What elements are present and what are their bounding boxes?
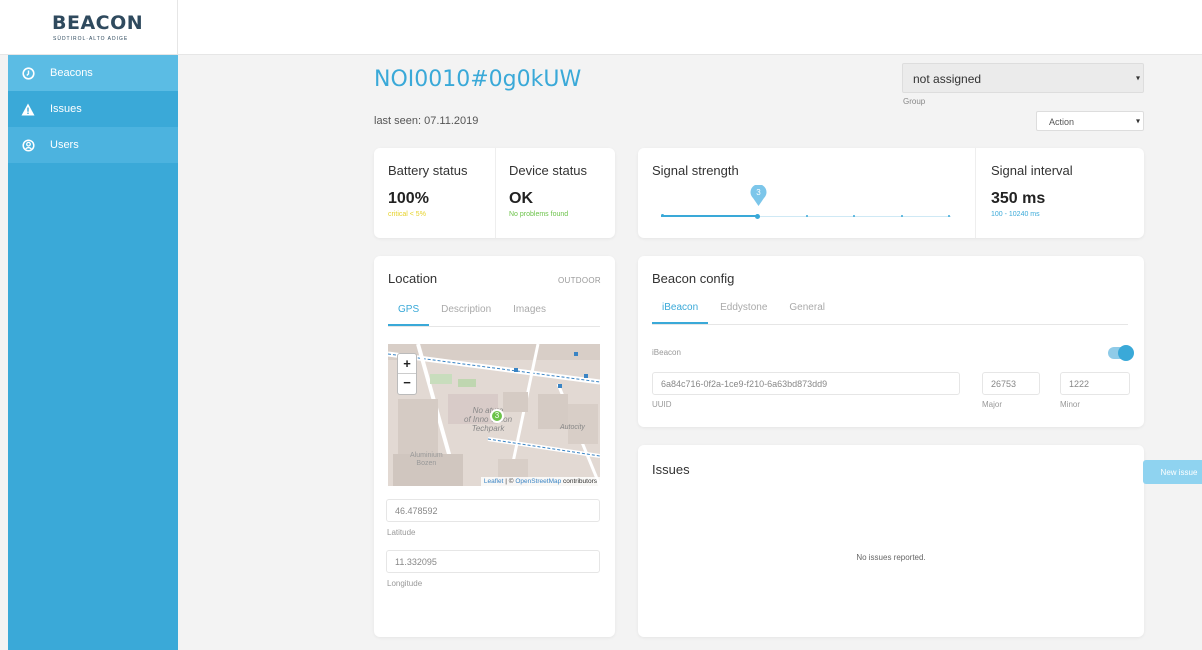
ibeacon-label: iBeacon — [652, 348, 681, 357]
location-type: OUTDOOR — [558, 276, 601, 285]
map[interactable]: No ature of Inno vation Techpark Alumini… — [388, 344, 600, 486]
map-place-label: No ature of Inno vation Techpark — [464, 406, 513, 433]
warning-icon — [20, 101, 36, 117]
group-select[interactable]: not assigned ▾ — [902, 63, 1144, 93]
zoom-in-button[interactable]: + — [398, 354, 416, 374]
slider-value: 3 — [756, 188, 761, 197]
minor-label: Minor — [1060, 400, 1081, 409]
sidebar-item-label: Users — [50, 139, 79, 151]
latitude-field[interactable]: 46.478592 — [386, 499, 600, 522]
last-seen-text: last seen: 07.11.2019 — [374, 115, 479, 127]
slider-tick — [901, 215, 903, 217]
longitude-label: Longitude — [387, 579, 423, 588]
slider-tick — [709, 215, 711, 217]
logo-text: BEACON — [52, 12, 144, 34]
tab-ibeacon[interactable]: iBeacon — [652, 302, 709, 324]
logo[interactable]: BEACON SÜDTIROL·ALTO ADIGE — [8, 0, 178, 55]
new-issue-button[interactable]: New issue — [1143, 460, 1202, 484]
slider-tick — [806, 215, 808, 217]
battery-status-title: Battery status — [388, 163, 468, 178]
slider-tick — [853, 215, 855, 217]
location-card: Location OUTDOOR GPS Description Images — [374, 256, 615, 637]
config-tabs: iBeacon Eddystone General — [652, 302, 1128, 325]
user-circle-icon — [20, 137, 36, 153]
map-place-label: Aluminium Bozen — [410, 452, 443, 467]
tab-images[interactable]: Images — [503, 304, 556, 326]
device-note: No problems found — [509, 211, 569, 218]
sidebar-item-users[interactable]: Users — [8, 127, 178, 163]
sidebar-item-beacons[interactable]: Beacons — [8, 55, 178, 91]
issues-card: Issues New issue No issues reported. — [638, 445, 1202, 637]
top-bar: BEACON SÜDTIROL·ALTO ADIGE — [0, 0, 1202, 55]
page-title: NOI0010#0g0kUW — [374, 67, 582, 92]
battery-note: critical < 5% — [388, 211, 426, 218]
signal-interval-value: 350 ms — [991, 190, 1046, 207]
issues-title: Issues — [652, 462, 690, 477]
map-zoom-control: + − — [397, 353, 417, 395]
signal-card: Signal strength 3 Signal interval 350 ms… — [638, 148, 1144, 238]
clock-icon — [20, 65, 36, 81]
slider-tick — [948, 215, 950, 217]
minor-field[interactable]: 1222 — [1060, 372, 1130, 395]
select-arrow-icon: ▾ — [1135, 73, 1140, 83]
ibeacon-toggle[interactable] — [1108, 345, 1134, 361]
signal-strength-title: Signal strength — [652, 163, 739, 178]
battery-value: 100% — [388, 190, 429, 207]
sidebar-item-label: Beacons — [50, 67, 93, 79]
slider-value-bubble: 3 — [750, 184, 767, 206]
signal-interval-title: Signal interval — [991, 163, 1073, 178]
osm-link[interactable]: OpenStreetMap — [515, 478, 561, 485]
leaflet-link[interactable]: Leaflet — [484, 478, 504, 485]
device-value: OK — [509, 190, 533, 207]
tab-description[interactable]: Description — [431, 304, 501, 326]
status-card: Battery status 100% critical < 5% Device… — [374, 148, 615, 238]
map-place-label: Autocity — [560, 424, 585, 431]
tab-eddystone[interactable]: Eddystone — [710, 302, 777, 324]
select-arrow-icon: ▾ — [1135, 116, 1140, 126]
map-attribution: Leaflet | © OpenStreetMap contributors — [480, 477, 600, 486]
device-status-title: Device status — [509, 163, 588, 178]
uuid-field[interactable]: 6a84c716-0f2a-1ce9-f210-6a63bd873dd9 — [652, 372, 960, 395]
divider — [975, 148, 976, 238]
divider — [495, 148, 496, 238]
map-marker-cluster[interactable]: 3 — [490, 409, 504, 423]
signal-interval-range: 100 - 10240 ms — [991, 211, 1040, 218]
major-field[interactable]: 26753 — [982, 372, 1040, 395]
signal-strength-slider[interactable]: 3 — [661, 184, 951, 220]
sidebar-item-issues[interactable]: Issues — [8, 91, 178, 127]
sidebar-item-label: Issues — [50, 103, 82, 115]
beacon-config-title: Beacon config — [652, 271, 735, 286]
sidebar: Beacons Issues Users — [8, 55, 178, 650]
issues-empty-text: No issues reported. — [856, 553, 926, 562]
uuid-label: UUID — [652, 400, 672, 409]
toggle-knob — [1118, 345, 1134, 361]
action-select[interactable]: Action ▾ — [1036, 111, 1144, 131]
major-label: Major — [982, 400, 1003, 409]
group-label: Group — [903, 97, 926, 106]
slider-tick — [661, 214, 664, 217]
longitude-field[interactable]: 11.332095 — [386, 550, 600, 573]
location-title: Location — [388, 271, 438, 286]
logo-subtitle: SÜDTIROL·ALTO ADIGE — [53, 36, 129, 42]
tab-gps[interactable]: GPS — [388, 304, 430, 326]
zoom-out-button[interactable]: − — [398, 374, 416, 394]
location-tabs: GPS Description Images — [388, 304, 600, 327]
group-select-value: not assigned — [913, 72, 982, 86]
tab-general[interactable]: General — [779, 302, 835, 324]
beacon-config-card: Beacon config iBeacon Eddystone General … — [638, 256, 1144, 427]
latitude-label: Latitude — [387, 528, 416, 537]
slider-thumb[interactable] — [755, 214, 760, 219]
action-select-value: Action — [1049, 117, 1075, 127]
